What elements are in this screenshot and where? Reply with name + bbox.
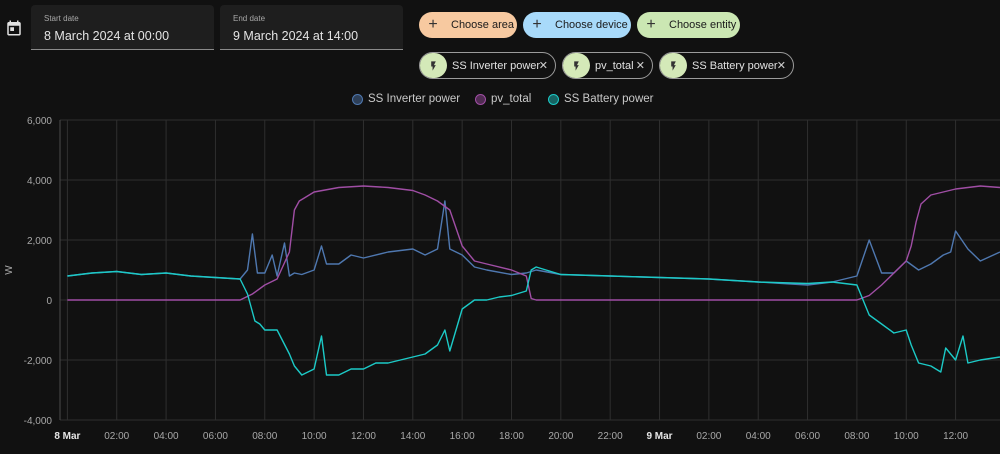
- choose-device-button[interactable]: + Choose device: [523, 12, 631, 38]
- chart-legend: SS Inverter power pv_total SS Battery po…: [0, 93, 1000, 109]
- remove-icon[interactable]: ✕: [636, 59, 645, 72]
- legend-item-pv[interactable]: pv_total: [475, 93, 531, 105]
- x-tick-label: 02:00: [696, 431, 721, 442]
- end-date-label: End date: [233, 14, 266, 23]
- x-tick-label: 10:00: [894, 431, 919, 442]
- x-tick-label: 20:00: [548, 431, 573, 442]
- x-tick-label: 12:00: [943, 431, 968, 442]
- x-tick-label: 18:00: [499, 431, 524, 442]
- y-tick-label: -4,000: [24, 416, 53, 427]
- legend-swatch: [548, 93, 559, 105]
- x-tick-label: 06:00: [203, 431, 228, 442]
- x-tick-label: 04:00: [746, 431, 771, 442]
- selected-entity-chip[interactable]: pv_total ✕: [562, 52, 653, 79]
- y-tick-label: 0: [46, 296, 52, 307]
- legend-label: SS Inverter power: [368, 93, 461, 105]
- series-line-battery: [67, 266, 1000, 376]
- y-axis-label: W: [4, 265, 15, 275]
- plus-icon: +: [532, 16, 542, 33]
- legend-label: pv_total: [491, 93, 532, 105]
- x-tick-label: 02:00: [104, 431, 129, 442]
- selected-entity-chip[interactable]: SS Battery power ✕: [659, 52, 794, 79]
- legend-item-inverter[interactable]: SS Inverter power: [352, 93, 460, 105]
- y-tick-label: -2,000: [24, 356, 53, 367]
- legend-label: SS Battery power: [564, 93, 654, 105]
- x-tick-label: 04:00: [154, 431, 179, 442]
- history-chart[interactable]: -4,000 -2,000 0 2,000 4,000 6,000 8 Mar 02:00 04…: [0, 110, 1000, 454]
- series-line-pv: [67, 185, 1000, 301]
- y-tick-label: 4,000: [27, 176, 52, 187]
- plus-icon: +: [646, 16, 656, 33]
- remove-icon[interactable]: ✕: [777, 59, 786, 72]
- legend-swatch: [352, 93, 363, 105]
- x-tick-label: 22:00: [598, 431, 623, 442]
- y-tick-label: 2,000: [27, 236, 52, 247]
- x-tick-label: 12:00: [351, 431, 376, 442]
- flash-icon: [660, 53, 687, 78]
- x-tick-label: 14:00: [400, 431, 425, 442]
- choose-area-button[interactable]: + Choose area: [419, 12, 517, 38]
- end-date-value: 9 March 2024 at 14:00: [233, 29, 359, 43]
- x-tick-label: 9 Mar: [646, 431, 672, 442]
- start-date-field[interactable]: Start date 8 March 2024 at 00:00: [31, 5, 214, 50]
- choose-entity-label: Choose entity: [669, 19, 737, 31]
- plus-icon: +: [428, 16, 438, 33]
- selected-entity-label: SS Battery power: [692, 59, 778, 72]
- selected-entity-label: SS Inverter power: [452, 59, 541, 72]
- legend-item-battery[interactable]: SS Battery power: [548, 93, 653, 105]
- remove-icon[interactable]: ✕: [539, 59, 548, 72]
- series-line-inverter: [67, 200, 1000, 286]
- choose-area-label: Choose area: [451, 19, 514, 31]
- selected-entity-label: pv_total: [595, 59, 634, 72]
- choose-entity-button[interactable]: + Choose entity: [637, 12, 740, 38]
- flash-icon: [420, 53, 447, 78]
- x-tick-label: 8 Mar: [54, 431, 80, 442]
- x-tick-label: 08:00: [252, 431, 277, 442]
- start-date-label: Start date: [44, 14, 79, 23]
- x-tick-label: 08:00: [844, 431, 869, 442]
- calendar-icon[interactable]: [5, 19, 23, 37]
- start-date-value: 8 March 2024 at 00:00: [44, 29, 170, 43]
- y-tick-label: 6,000: [27, 116, 52, 127]
- x-tick-label: 06:00: [795, 431, 820, 442]
- legend-swatch: [475, 93, 486, 105]
- selected-entity-chip[interactable]: SS Inverter power ✕: [419, 52, 556, 79]
- x-tick-label: 10:00: [302, 431, 327, 442]
- x-tick-label: 16:00: [450, 431, 475, 442]
- choose-device-label: Choose device: [555, 19, 628, 31]
- flash-icon: [563, 53, 590, 78]
- end-date-field[interactable]: End date 9 March 2024 at 14:00: [220, 5, 403, 50]
